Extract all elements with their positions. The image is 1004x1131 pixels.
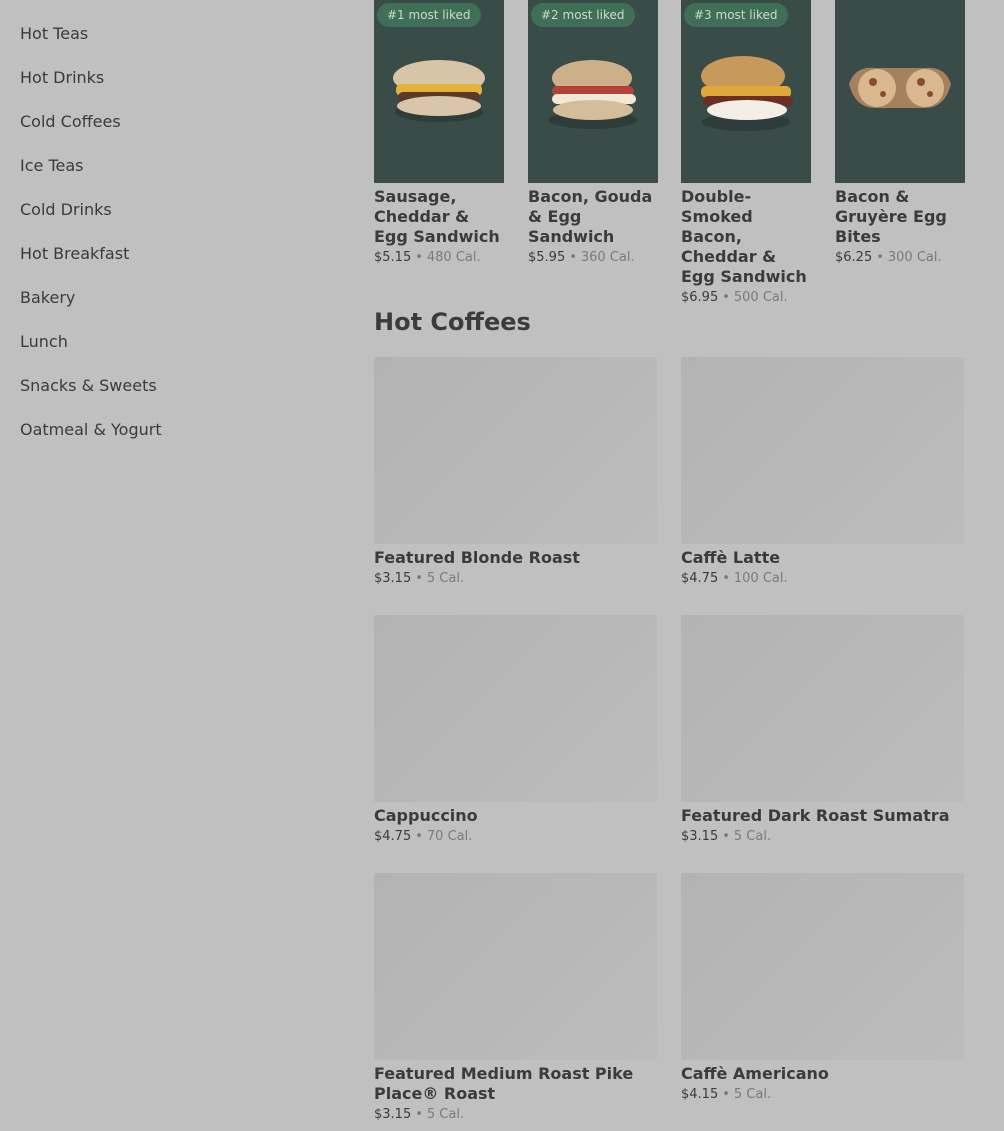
product-calories: 70 Cal. xyxy=(426,829,473,844)
product-name[interactable]: Featured Medium Roast Pike Place® Roast xyxy=(374,1064,657,1104)
product-image[interactable]: #1 most liked xyxy=(374,0,504,183)
featured-card[interactable]: Bacon & Gruyère Egg Bites $6.25 • 300 Cal. xyxy=(835,0,965,265)
product-name[interactable]: Featured Blonde Roast xyxy=(374,548,657,568)
product-image[interactable]: #3 most liked xyxy=(681,0,811,183)
sidebar-item-cold-coffees[interactable]: Cold Coffees xyxy=(20,112,121,131)
separator-dot: • xyxy=(415,1107,423,1122)
product-name[interactable]: Featured Dark Roast Sumatra xyxy=(681,806,964,826)
product-meta: $3.15 • 5 Cal. xyxy=(374,1107,657,1122)
product-image-placeholder[interactable] xyxy=(681,357,964,544)
product-price: $4.75 xyxy=(374,829,412,844)
product-card[interactable]: Caffè Americano $4.15 • 5 Cal. xyxy=(681,873,964,1102)
product-price: $3.15 xyxy=(374,1107,412,1122)
product-meta: $4.15 • 5 Cal. xyxy=(681,1087,964,1102)
product-price: $5.15 xyxy=(374,250,412,265)
sidebar-item-hot-breakfast[interactable]: Hot Breakfast xyxy=(20,244,129,263)
featured-card[interactable]: #1 most liked Sausage, Cheddar & Egg San… xyxy=(374,0,504,265)
product-image-placeholder[interactable] xyxy=(374,615,657,802)
most-liked-badge: #2 most liked xyxy=(531,3,635,27)
sidebar-item-hot-teas[interactable]: Hot Teas xyxy=(20,24,88,43)
product-name[interactable]: Bacon & Gruyère Egg Bites xyxy=(835,187,965,247)
product-calories: 480 Cal. xyxy=(426,250,481,265)
separator-dot: • xyxy=(722,1087,730,1102)
product-image-placeholder[interactable] xyxy=(681,615,964,802)
egg-bites-image xyxy=(849,67,951,108)
most-liked-badge: #1 most liked xyxy=(377,3,481,27)
product-name[interactable]: Caffè Americano xyxy=(681,1064,964,1084)
section-title: Hot Coffees xyxy=(374,308,531,336)
product-meta: $3.15 • 5 Cal. xyxy=(681,829,964,844)
separator-dot: • xyxy=(876,250,884,265)
sandwich-image xyxy=(393,60,485,122)
product-calories: 500 Cal. xyxy=(733,290,788,305)
sidebar-item-oatmeal-yogurt[interactable]: Oatmeal & Yogurt xyxy=(20,420,162,439)
product-calories: 5 Cal. xyxy=(733,829,772,844)
separator-dot: • xyxy=(569,250,577,265)
separator-dot: • xyxy=(722,290,730,305)
sandwich-image xyxy=(701,56,793,131)
featured-card[interactable]: #2 most liked Bacon, Gouda & Egg Sandwic… xyxy=(528,0,658,265)
sidebar-item-ice-teas[interactable]: Ice Teas xyxy=(20,156,83,175)
product-name[interactable]: Cappuccino xyxy=(374,806,657,826)
most-liked-badge: #3 most liked xyxy=(684,3,788,27)
sidebar-item-hot-drinks[interactable]: Hot Drinks xyxy=(20,68,104,87)
product-meta: $5.95 • 360 Cal. xyxy=(528,250,658,265)
sandwich-image xyxy=(549,60,637,129)
product-calories: 300 Cal. xyxy=(887,250,942,265)
sidebar-item-bakery[interactable]: Bakery xyxy=(20,288,75,307)
product-image[interactable] xyxy=(835,0,965,183)
product-price: $4.75 xyxy=(681,571,719,586)
product-meta: $3.15 • 5 Cal. xyxy=(374,571,657,586)
product-card[interactable]: Featured Blonde Roast $3.15 • 5 Cal. xyxy=(374,357,657,586)
product-meta: $6.25 • 300 Cal. xyxy=(835,250,965,265)
sidebar-item-lunch[interactable]: Lunch xyxy=(20,332,68,351)
featured-card[interactable]: #3 most liked Double-Smoked Bacon, Chedd… xyxy=(681,0,811,305)
product-image-placeholder[interactable] xyxy=(374,357,657,544)
product-image-placeholder[interactable] xyxy=(681,873,964,1060)
separator-dot: • xyxy=(415,571,423,586)
product-name[interactable]: Double-Smoked Bacon, Cheddar & Egg Sandw… xyxy=(681,187,811,287)
product-meta: $4.75 • 70 Cal. xyxy=(374,829,657,844)
separator-dot: • xyxy=(722,571,730,586)
separator-dot: • xyxy=(415,829,423,844)
product-meta: $4.75 • 100 Cal. xyxy=(681,571,964,586)
product-calories: 5 Cal. xyxy=(426,571,465,586)
product-price: $3.15 xyxy=(374,571,412,586)
product-price: $6.25 xyxy=(835,250,873,265)
product-price: $4.15 xyxy=(681,1087,719,1102)
product-price: $5.95 xyxy=(528,250,566,265)
product-card[interactable]: Cappuccino $4.75 • 70 Cal. xyxy=(374,615,657,844)
product-image[interactable]: #2 most liked xyxy=(528,0,658,183)
product-meta: $6.95 • 500 Cal. xyxy=(681,290,811,305)
product-price: $6.95 xyxy=(681,290,719,305)
product-name[interactable]: Bacon, Gouda & Egg Sandwich xyxy=(528,187,658,247)
sidebar-item-snacks-sweets[interactable]: Snacks & Sweets xyxy=(20,376,157,395)
product-image-placeholder[interactable] xyxy=(374,873,657,1060)
product-calories: 5 Cal. xyxy=(426,1107,465,1122)
product-calories: 5 Cal. xyxy=(733,1087,772,1102)
product-name[interactable]: Caffè Latte xyxy=(681,548,964,568)
product-name[interactable]: Sausage, Cheddar & Egg Sandwich xyxy=(374,187,504,247)
product-card[interactable]: Featured Medium Roast Pike Place® Roast … xyxy=(374,873,657,1122)
product-card[interactable]: Featured Dark Roast Sumatra $3.15 • 5 Cal. xyxy=(681,615,964,844)
product-calories: 360 Cal. xyxy=(580,250,635,265)
product-calories: 100 Cal. xyxy=(733,571,788,586)
product-meta: $5.15 • 480 Cal. xyxy=(374,250,504,265)
separator-dot: • xyxy=(415,250,423,265)
sidebar-item-cold-drinks[interactable]: Cold Drinks xyxy=(20,200,112,219)
product-price: $3.15 xyxy=(681,829,719,844)
product-card[interactable]: Caffè Latte $4.75 • 100 Cal. xyxy=(681,357,964,586)
separator-dot: • xyxy=(722,829,730,844)
